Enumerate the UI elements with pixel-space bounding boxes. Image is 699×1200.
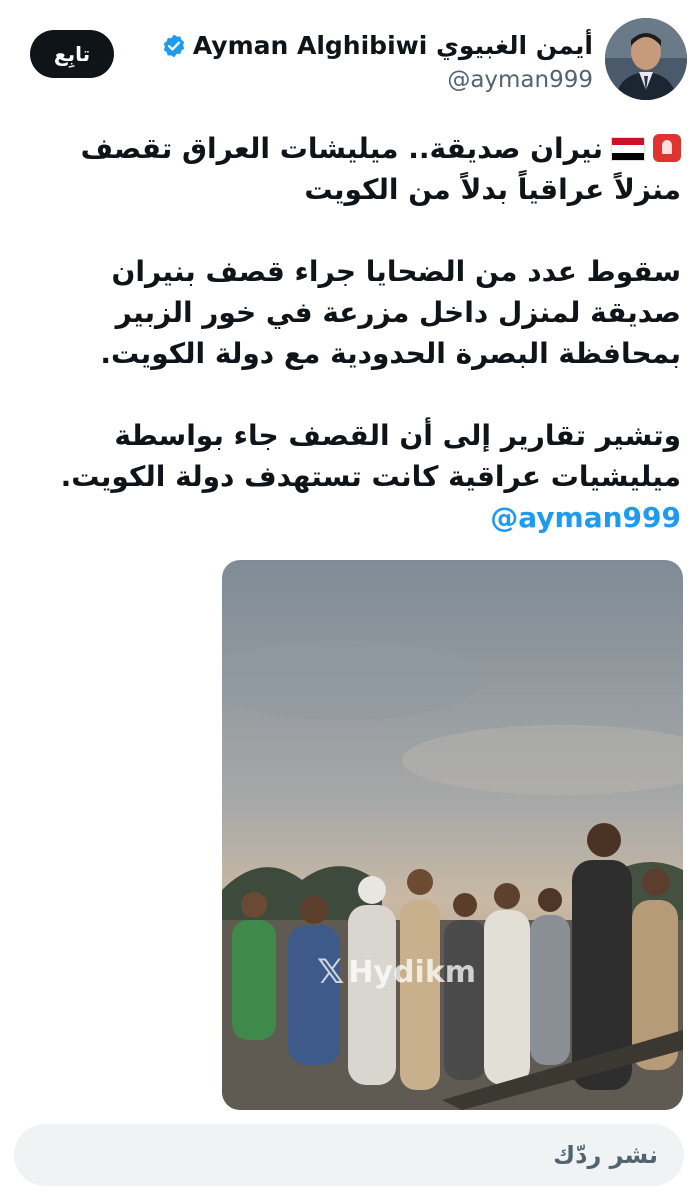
tweet-paragraph-2: سقوط عدد من الضحايا جراء قصف بنيران صديق… (100, 255, 681, 370)
display-name-row[interactable]: أيمن الغبيوي Ayman Alghibiwi (161, 30, 593, 62)
tweet-media[interactable]: 𝕏 Hydikm (222, 560, 683, 1110)
display-name[interactable]: أيمن الغبيوي Ayman Alghibiwi (193, 30, 593, 62)
watermark-text: Hydikm (348, 954, 477, 990)
follow-button[interactable]: تابِع (30, 30, 114, 78)
avatar[interactable] (605, 18, 687, 100)
tweet-header: أيمن الغبيوي Ayman Alghibiwi @ayman999 ت… (26, 18, 687, 108)
iraq-flag-icon (611, 137, 645, 161)
verified-badge-icon (163, 34, 184, 58)
reply-input[interactable]: نشر ردّك (14, 1124, 684, 1186)
mention-link[interactable]: @ayman999 (490, 501, 681, 534)
tweet-paragraph-1-text: نيران صديقة.. ميليشات العراق تقصف منزلاً… (80, 132, 681, 206)
author-handle[interactable]: @ayman999 (161, 62, 593, 98)
tweet-text: نيران صديقة.. ميليشات العراق تقصف منزلاً… (20, 128, 681, 538)
profile-photo (605, 18, 687, 100)
reply-placeholder: نشر ردّك (553, 1141, 658, 1169)
crowd-video-thumbnail (222, 560, 683, 1110)
tweet-paragraph-3: وتشير تقارير إلى أن القصف جاء بواسطة ميل… (20, 415, 681, 538)
tweet-paragraph-1: نيران صديقة.. ميليشات العراق تقصف منزلاً… (20, 128, 681, 210)
tweet-paragraph-3-text: وتشير تقارير إلى أن القصف جاء بواسطة ميل… (60, 419, 681, 493)
watermark: 𝕏 Hydikm (317, 952, 476, 992)
author-info: أيمن الغبيوي Ayman Alghibiwi @ayman999 (161, 30, 593, 98)
rotating-light-icon (653, 134, 681, 162)
x-logo-icon: 𝕏 (317, 952, 345, 992)
